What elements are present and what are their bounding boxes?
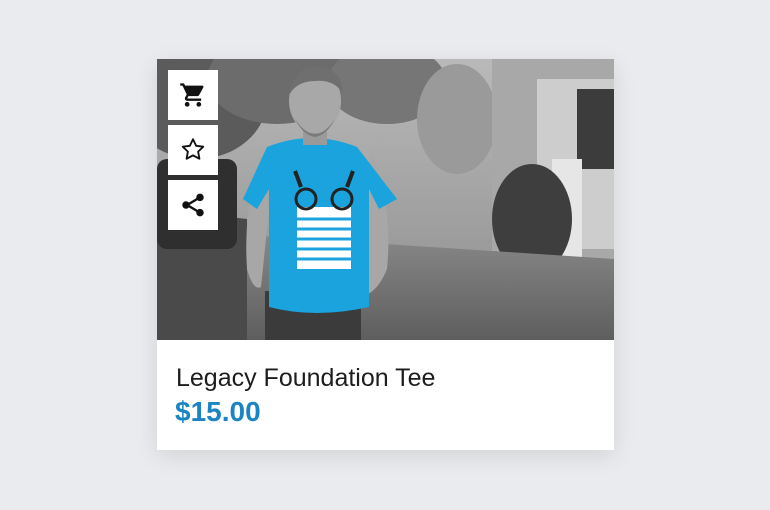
star-icon bbox=[181, 138, 205, 160]
share-icon bbox=[182, 193, 204, 217]
add-to-cart-button[interactable] bbox=[168, 70, 218, 120]
image-action-buttons bbox=[168, 70, 218, 235]
product-info: Legacy Foundation Tee $15.00 bbox=[157, 340, 614, 450]
cart-icon bbox=[180, 83, 204, 107]
product-photo-illustration bbox=[157, 59, 614, 340]
product-title[interactable]: Legacy Foundation Tee bbox=[176, 364, 435, 393]
product-price: $15.00 bbox=[175, 396, 261, 427]
add-to-favorites-button[interactable] bbox=[168, 125, 218, 175]
product-image[interactable] bbox=[157, 59, 614, 340]
product-card[interactable]: Legacy Foundation Tee $15.00 bbox=[157, 59, 614, 450]
share-button[interactable] bbox=[168, 180, 218, 230]
